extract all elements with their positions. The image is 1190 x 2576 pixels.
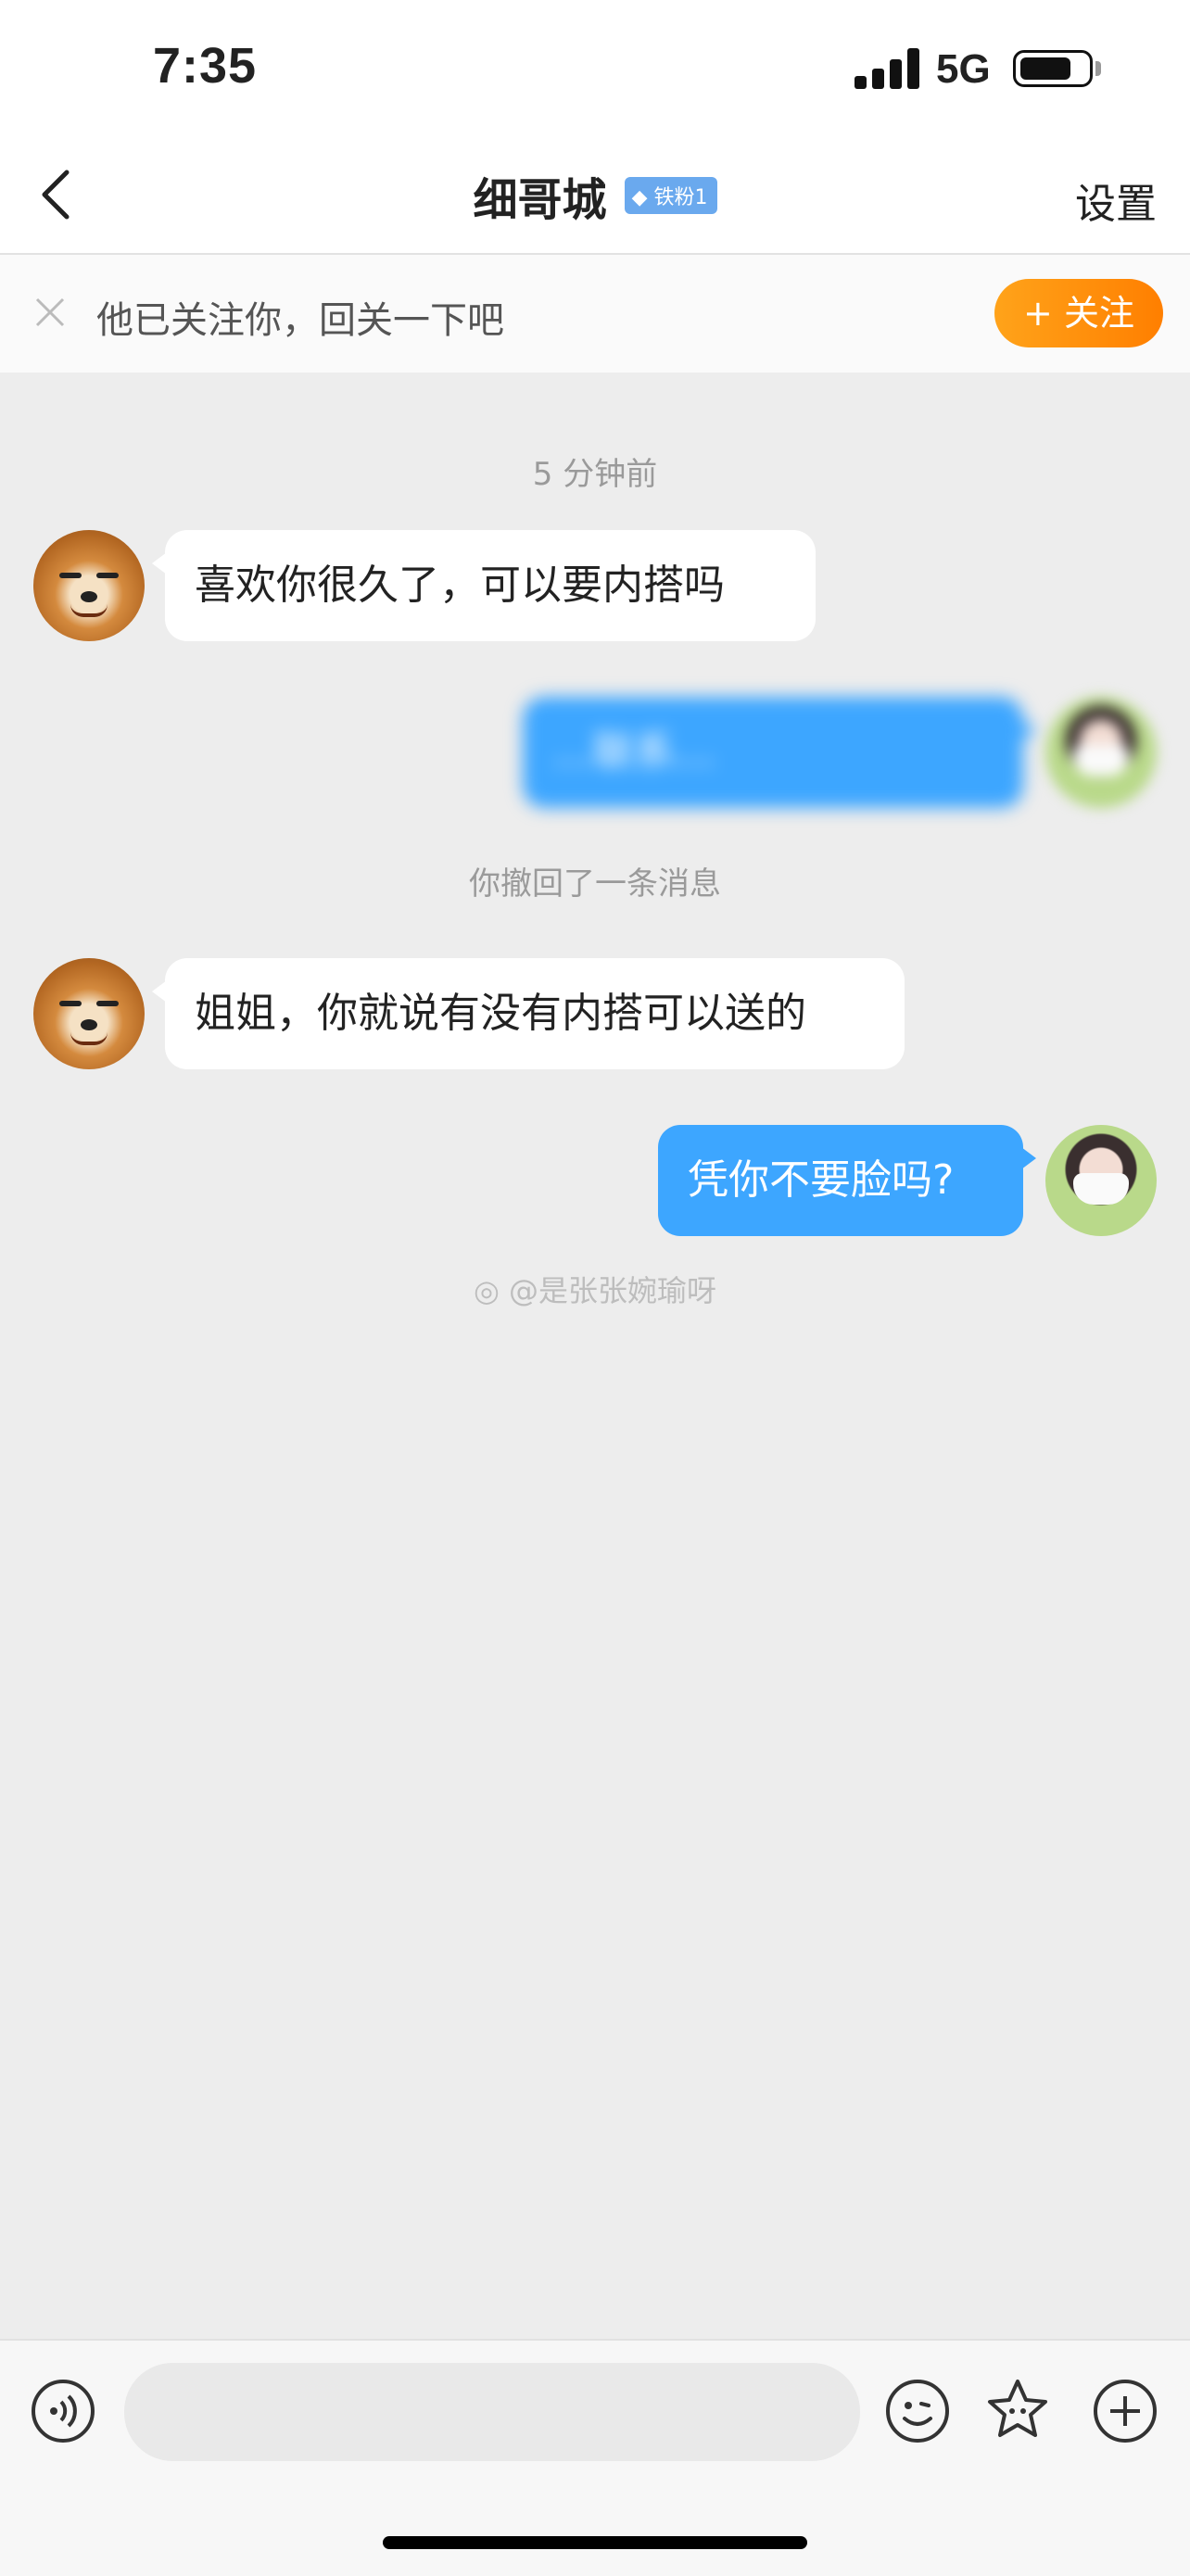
voice-icon[interactable]	[30, 2378, 96, 2444]
message-bubble-in[interactable]: 姐姐，你就说有没有内搭可以送的	[152, 958, 905, 1069]
message-bubble-out-blurred[interactable]: …联系…	[523, 697, 1036, 808]
follow-button[interactable]: + 关注	[994, 279, 1163, 347]
follow-prompt: 他已关注你，回关一下吧	[96, 299, 504, 342]
message-bubble-in[interactable]: 喜欢你很久了，可以要内搭吗	[152, 530, 816, 641]
message-bubble-out[interactable]: 凭你不要脸吗?	[658, 1125, 1036, 1236]
message-input[interactable]	[124, 2363, 860, 2461]
watermark-text: @是张张婉瑜呀	[509, 1273, 717, 1308]
nav-bar: 细哥城 ◆ 铁粉1 设置	[0, 139, 1190, 255]
home-indicator	[383, 2536, 807, 2549]
follow-banner: 他已关注你，回关一下吧 + 关注	[0, 255, 1190, 373]
user-avatar[interactable]	[1045, 1125, 1157, 1236]
title-area: 细哥城 ◆ 铁粉1	[0, 163, 1190, 228]
weibo-icon: ◎	[473, 1273, 500, 1308]
settings-button[interactable]: 设置	[1075, 170, 1157, 230]
contact-avatar[interactable]	[33, 530, 145, 641]
fan-badge: ◆ 铁粉1	[624, 177, 717, 214]
plus-icon[interactable]	[1092, 2378, 1158, 2444]
watermark: ◎ @是张张婉瑜呀	[0, 1268, 1190, 1310]
battery-tip	[1095, 61, 1101, 76]
status-bar: 7:35 5G	[0, 0, 1190, 139]
page-title[interactable]: 细哥城	[473, 174, 606, 226]
sticker-icon[interactable]	[984, 2376, 1051, 2443]
contact-avatar[interactable]	[33, 958, 145, 1069]
close-icon[interactable]	[32, 294, 69, 331]
user-avatar[interactable]	[1045, 697, 1157, 808]
fan-badge-label: 铁粉1	[653, 186, 708, 209]
timestamp: 5 分钟前	[532, 456, 658, 493]
status-time: 7:35	[153, 38, 258, 94]
battery-icon	[1013, 50, 1093, 87]
recall-notice: 你撤回了一条消息	[469, 865, 721, 903]
signal-icon	[855, 46, 919, 89]
network-type: 5G	[936, 46, 991, 92]
emoji-icon[interactable]	[884, 2378, 951, 2444]
